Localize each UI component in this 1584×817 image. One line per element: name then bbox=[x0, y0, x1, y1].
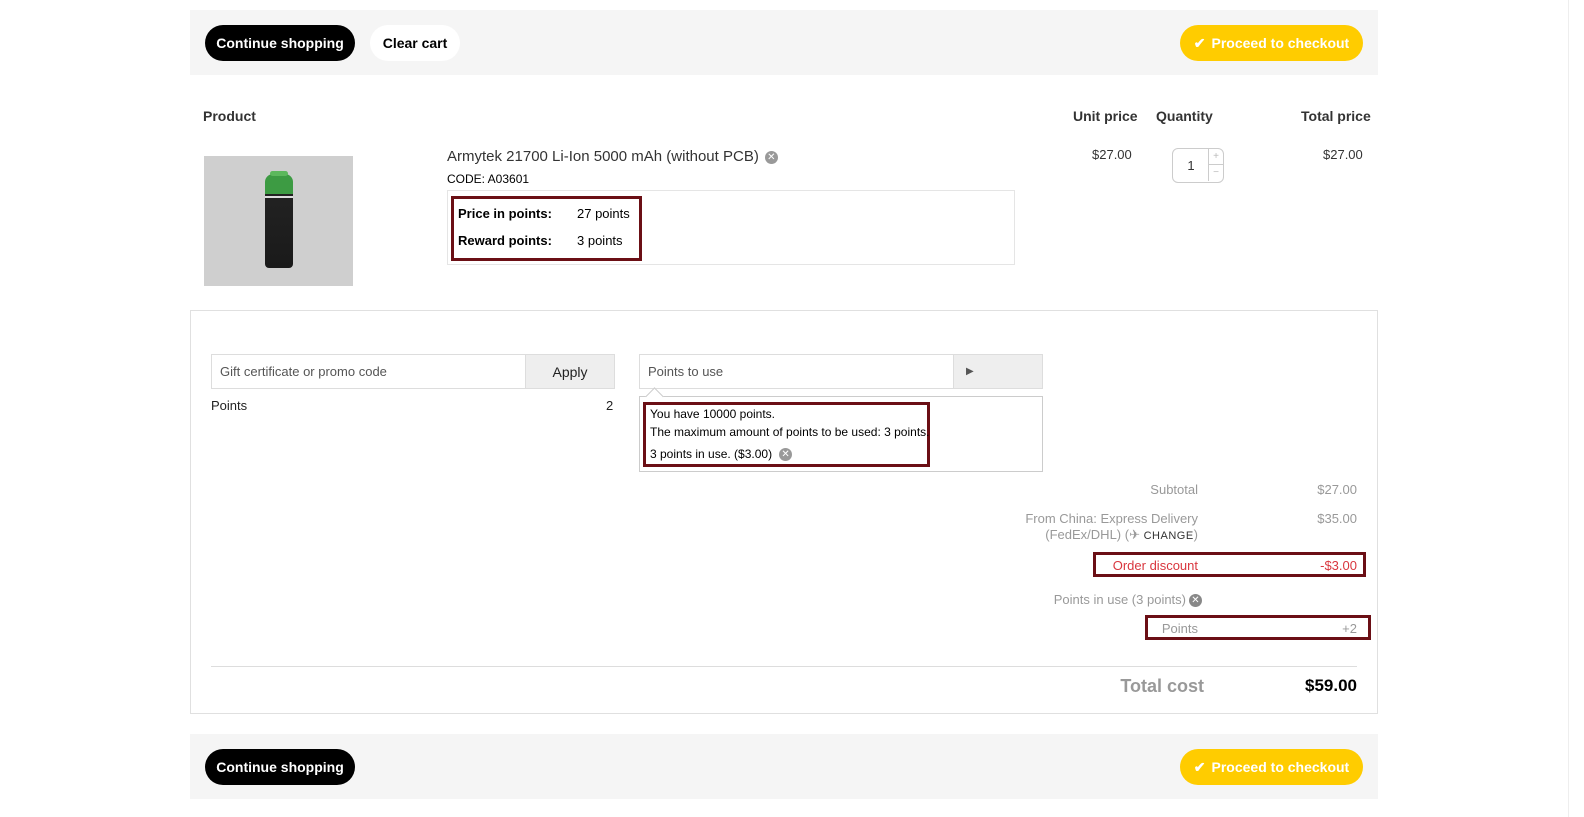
order-discount-label: Order discount bbox=[1112, 558, 1198, 573]
shipping-close: ) bbox=[1193, 527, 1198, 542]
subtotal-label: Subtotal bbox=[1150, 482, 1198, 497]
unit-price: $27.00 bbox=[1092, 147, 1132, 162]
subtotal-value: $27.00 bbox=[1317, 482, 1357, 497]
header-unit-price: Unit price bbox=[1073, 108, 1138, 124]
quantity-input[interactable]: 1 bbox=[1173, 149, 1209, 182]
price-in-points-value: 27 points bbox=[577, 206, 630, 221]
top-toolbar: Continue shopping Clear cart ✔ Proceed t… bbox=[190, 10, 1378, 75]
points-in-use-row: Points in use (3 points) ✕ bbox=[990, 592, 1202, 608]
change-shipping-link[interactable]: CHANGE bbox=[1144, 530, 1194, 542]
header-product: Product bbox=[203, 108, 256, 124]
points-have-text: You have 10000 points. bbox=[650, 407, 775, 421]
points-in-use-label: 3 points in use. ($3.00) bbox=[650, 447, 773, 461]
points-value: 2 bbox=[606, 398, 614, 413]
checkmark-icon: ✔ bbox=[1193, 34, 1206, 51]
proceed-to-checkout-button[interactable]: ✔ Proceed to checkout bbox=[1180, 749, 1363, 785]
summary-divider bbox=[211, 666, 1357, 667]
increment-icon[interactable]: + bbox=[1208, 149, 1223, 165]
product-name-text[interactable]: Armytek 21700 Li-Ion 5000 mAh (without P… bbox=[447, 148, 759, 165]
shipping-carrier: (FedEx/DHL) ( bbox=[1045, 527, 1130, 542]
battery-icon bbox=[264, 171, 293, 268]
product-name[interactable]: Armytek 21700 Li-Ion 5000 mAh (without P… bbox=[447, 148, 778, 165]
points-in-use-summary: Points in use (3 points) bbox=[1053, 592, 1186, 607]
remove-points-icon[interactable]: ✕ bbox=[779, 448, 793, 462]
points-in-use-text: 3 points in use. ($3.00) ✕ bbox=[650, 447, 793, 462]
proceed-to-checkout-button[interactable]: ✔ Proceed to checkout bbox=[1180, 25, 1363, 61]
remove-item-icon[interactable]: ✕ bbox=[764, 150, 778, 164]
apply-button[interactable]: Apply bbox=[525, 354, 615, 389]
checkout-label: Proceed to checkout bbox=[1211, 759, 1350, 775]
points-max-text: The maximum amount of points to be used:… bbox=[650, 425, 930, 439]
shipping-line1: From China: Express Delivery bbox=[1025, 511, 1198, 526]
product-code: CODE: A03601 bbox=[447, 172, 530, 186]
quantity-stepper[interactable]: 1 + − bbox=[1172, 148, 1224, 183]
points-summary-value: +2 bbox=[1342, 621, 1357, 636]
shipping-value: $35.00 bbox=[1317, 511, 1357, 526]
order-discount-value: -$3.00 bbox=[1320, 558, 1357, 573]
points-to-use-input[interactable]: Points to use bbox=[639, 354, 954, 389]
header-quantity: Quantity bbox=[1156, 108, 1213, 124]
clear-cart-button[interactable]: Clear cart bbox=[370, 25, 460, 61]
checkmark-icon: ✔ bbox=[1193, 758, 1206, 775]
reward-points-label: Reward points: bbox=[458, 233, 552, 248]
reward-points-value: 3 points bbox=[577, 233, 623, 248]
total-cost-value: $59.00 bbox=[1305, 676, 1357, 695]
total-cost-label: Total cost bbox=[1120, 676, 1204, 696]
play-icon[interactable]: ▶ bbox=[953, 354, 1043, 389]
points-summary-label: Points bbox=[1161, 621, 1198, 636]
decrement-icon[interactable]: − bbox=[1208, 165, 1223, 181]
shipping-line2: (FedEx/DHL) (✈ CHANGE) bbox=[970, 527, 1198, 543]
promo-code-input[interactable]: Gift certificate or promo code bbox=[211, 354, 526, 389]
checkout-label: Proceed to checkout bbox=[1211, 35, 1350, 51]
plane-icon: ✈ bbox=[1129, 527, 1144, 542]
continue-shopping-button[interactable]: Continue shopping bbox=[205, 25, 355, 61]
points-label: Points bbox=[211, 398, 248, 413]
total-price: $27.00 bbox=[1323, 147, 1363, 162]
header-total-price: Total price bbox=[1301, 108, 1371, 124]
price-in-points-label: Price in points: bbox=[458, 206, 552, 221]
product-image[interactable] bbox=[204, 156, 353, 286]
remove-points-summary-icon[interactable]: ✕ bbox=[1189, 594, 1202, 608]
page-scrollbar[interactable] bbox=[1568, 0, 1584, 817]
bottom-toolbar: Continue shopping ✔ Proceed to checkout bbox=[190, 734, 1378, 799]
continue-shopping-button[interactable]: Continue shopping bbox=[205, 749, 355, 785]
